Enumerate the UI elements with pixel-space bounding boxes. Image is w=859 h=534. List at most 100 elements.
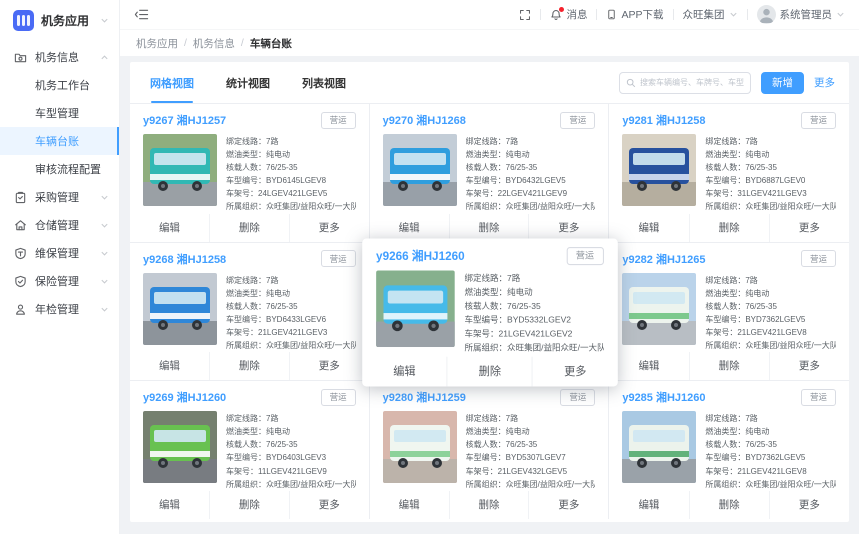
delete-action[interactable]: 删除 bbox=[209, 491, 289, 519]
delete-action[interactable]: 删除 bbox=[689, 352, 769, 380]
field-capacity: 核载人数：76/25-35 bbox=[226, 161, 356, 174]
more-action[interactable]: 更多 bbox=[769, 491, 849, 519]
sidebar-item-chexing-guanli[interactable]: 车型管理 bbox=[0, 99, 119, 127]
delete-action[interactable]: 删除 bbox=[209, 352, 289, 380]
edit-action[interactable]: 编辑 bbox=[130, 352, 209, 380]
vehicle-title[interactable]: y9282 湘HJ1265 bbox=[622, 251, 705, 267]
field-org: 所属组织：众旺集团/益阳众旺/一大队 bbox=[464, 341, 603, 355]
sidebar-group-nianjian[interactable]: 年检管理 bbox=[0, 295, 119, 323]
avatar bbox=[757, 5, 776, 24]
divider bbox=[673, 9, 674, 20]
tab-list-view[interactable]: 列表视图 bbox=[302, 62, 346, 103]
vehicle-title[interactable]: y9281 湘HJ1258 bbox=[622, 112, 705, 128]
vehicle-panel: 网格视图 统计视图 列表视图 新增 更多 y9267 湘HJ1257 bbox=[130, 62, 849, 522]
more-action[interactable]: 更多 bbox=[769, 214, 849, 242]
field-org: 所属组织：众旺集团/益阳众旺/一大队 bbox=[226, 478, 356, 491]
tenant-selector[interactable]: 众旺集团 bbox=[683, 7, 738, 22]
topbar: 消息 APP下载 众旺集团 系统管理员 bbox=[120, 0, 859, 30]
field-model: 车型编号：BYD6403LGEV3 bbox=[226, 451, 356, 464]
more-action[interactable]: 更多 bbox=[528, 491, 608, 519]
field-vin: 车架号：21LGEV421LGEV8 bbox=[705, 326, 836, 339]
sidebar-item-cheliang-taizhang[interactable]: 车辆台账 bbox=[0, 127, 119, 155]
edit-action[interactable]: 编辑 bbox=[609, 491, 688, 519]
field-capacity: 核载人数：76/25-35 bbox=[226, 438, 356, 451]
add-button[interactable]: 新增 bbox=[761, 72, 804, 94]
field-route: 绑定线路：7路 bbox=[464, 271, 603, 285]
search-input[interactable] bbox=[640, 78, 744, 87]
content: 网格视图 统计视图 列表视图 新增 更多 y9267 湘HJ1257 bbox=[120, 56, 859, 534]
more-action[interactable]: 更多 bbox=[289, 491, 369, 519]
breadcrumb-separator: / bbox=[241, 37, 244, 49]
delete-action[interactable]: 删除 bbox=[209, 214, 289, 242]
vehicle-title[interactable]: y9267 湘HJ1257 bbox=[143, 112, 226, 128]
edit-action[interactable]: 编辑 bbox=[362, 356, 446, 386]
chevron-down-icon bbox=[100, 249, 109, 258]
field-route: 绑定线路：7路 bbox=[226, 135, 356, 148]
status-badge: 营运 bbox=[321, 389, 356, 406]
vehicle-title[interactable]: y9266 湘HJ1260 bbox=[376, 247, 465, 264]
app-logo-icon bbox=[13, 10, 34, 31]
vehicle-title[interactable]: y9280 湘HJ1259 bbox=[383, 389, 466, 405]
more-action[interactable]: 更多 bbox=[528, 214, 608, 242]
field-model: 车型编号：BYD6433LGEV6 bbox=[226, 313, 356, 326]
sidebar-item-jiwu-gongzuotai[interactable]: 机务工作台 bbox=[0, 71, 119, 99]
messages-button[interactable]: 消息 bbox=[550, 7, 587, 22]
edit-action[interactable]: 编辑 bbox=[130, 214, 209, 242]
field-fuel: 燃油类型：纯电动 bbox=[226, 425, 356, 438]
status-badge: 营运 bbox=[801, 389, 836, 406]
more-link[interactable]: 更多 bbox=[814, 75, 835, 90]
delete-action[interactable]: 删除 bbox=[449, 491, 529, 519]
field-route: 绑定线路：7路 bbox=[466, 135, 596, 148]
edit-action[interactable]: 编辑 bbox=[370, 214, 449, 242]
sidebar-group-baoxian[interactable]: 保险管理 bbox=[0, 267, 119, 295]
more-action[interactable]: 更多 bbox=[289, 352, 369, 380]
app-title: 机务应用 bbox=[41, 12, 100, 29]
delete-action[interactable]: 删除 bbox=[689, 491, 769, 519]
sidebar-item-shenhe-liucheng[interactable]: 审核流程配置 bbox=[0, 155, 119, 183]
vehicle-title[interactable]: y9285 湘HJ1260 bbox=[622, 389, 705, 405]
vehicle-photo bbox=[622, 134, 696, 206]
field-model: 车型编号：BYD5307LGEV7 bbox=[466, 451, 596, 464]
sidebar-group-label: 年检管理 bbox=[35, 301, 100, 317]
app-download-label: APP下载 bbox=[621, 7, 663, 22]
vehicle-photo bbox=[622, 273, 696, 345]
field-capacity: 核载人数：76/25-35 bbox=[705, 300, 836, 313]
fullscreen-button[interactable] bbox=[519, 9, 531, 21]
sidebar-group-caigou[interactable]: 采购管理 bbox=[0, 183, 119, 211]
field-org: 所属组织：众旺集团/益阳众旺/一大队 bbox=[705, 200, 836, 213]
tab-stats-view[interactable]: 统计视图 bbox=[226, 62, 270, 103]
sidebar-group-cangchu[interactable]: 仓储管理 bbox=[0, 211, 119, 239]
sidebar-group-jiwuxinxi[interactable]: 机务信息 bbox=[0, 43, 119, 71]
delete-action[interactable]: 删除 bbox=[446, 356, 531, 386]
vehicle-title[interactable]: y9269 湘HJ1260 bbox=[143, 389, 226, 405]
edit-action[interactable]: 编辑 bbox=[370, 491, 449, 519]
app-download-button[interactable]: APP下载 bbox=[606, 7, 663, 22]
edit-action[interactable]: 编辑 bbox=[130, 491, 209, 519]
delete-action[interactable]: 删除 bbox=[689, 214, 769, 242]
more-action[interactable]: 更多 bbox=[289, 214, 369, 242]
tab-grid-view[interactable]: 网格视图 bbox=[150, 62, 194, 103]
breadcrumb-item[interactable]: 机务信息 bbox=[193, 36, 235, 51]
field-fuel: 燃油类型：纯电动 bbox=[226, 287, 356, 300]
user-menu[interactable]: 系统管理员 bbox=[757, 5, 846, 24]
folder-gear-icon bbox=[14, 51, 27, 64]
breadcrumb-item[interactable]: 机务应用 bbox=[136, 36, 178, 51]
delete-action[interactable]: 删除 bbox=[449, 214, 529, 242]
more-action[interactable]: 更多 bbox=[532, 356, 617, 386]
sidebar-item-label: 车型管理 bbox=[35, 105, 109, 121]
sidebar-group-weibao[interactable]: 维保管理 bbox=[0, 239, 119, 267]
field-fuel: 燃油类型：纯电动 bbox=[466, 425, 596, 438]
sidebar-group-label: 采购管理 bbox=[35, 189, 100, 205]
sidebar-collapse-button[interactable] bbox=[134, 7, 149, 22]
edit-action[interactable]: 编辑 bbox=[609, 352, 688, 380]
field-capacity: 核载人数：76/25-35 bbox=[464, 299, 603, 313]
field-route: 绑定线路：7路 bbox=[705, 412, 836, 425]
edit-action[interactable]: 编辑 bbox=[609, 214, 688, 242]
status-badge: 营运 bbox=[566, 246, 603, 264]
vehicle-fields: 绑定线路：7路燃油类型：纯电动核载人数：76/25-35车型编号：BYD7362… bbox=[705, 273, 836, 353]
vehicle-title[interactable]: y9270 湘HJ1268 bbox=[383, 112, 466, 128]
vehicle-title[interactable]: y9268 湘HJ1258 bbox=[143, 251, 226, 267]
more-action[interactable]: 更多 bbox=[769, 352, 849, 380]
vehicle-card: y9280 湘HJ1259 营运 绑定线路：7路燃油类型：纯电动核载人数：76/… bbox=[370, 381, 610, 519]
app-switcher[interactable]: 机务应用 bbox=[0, 0, 119, 40]
